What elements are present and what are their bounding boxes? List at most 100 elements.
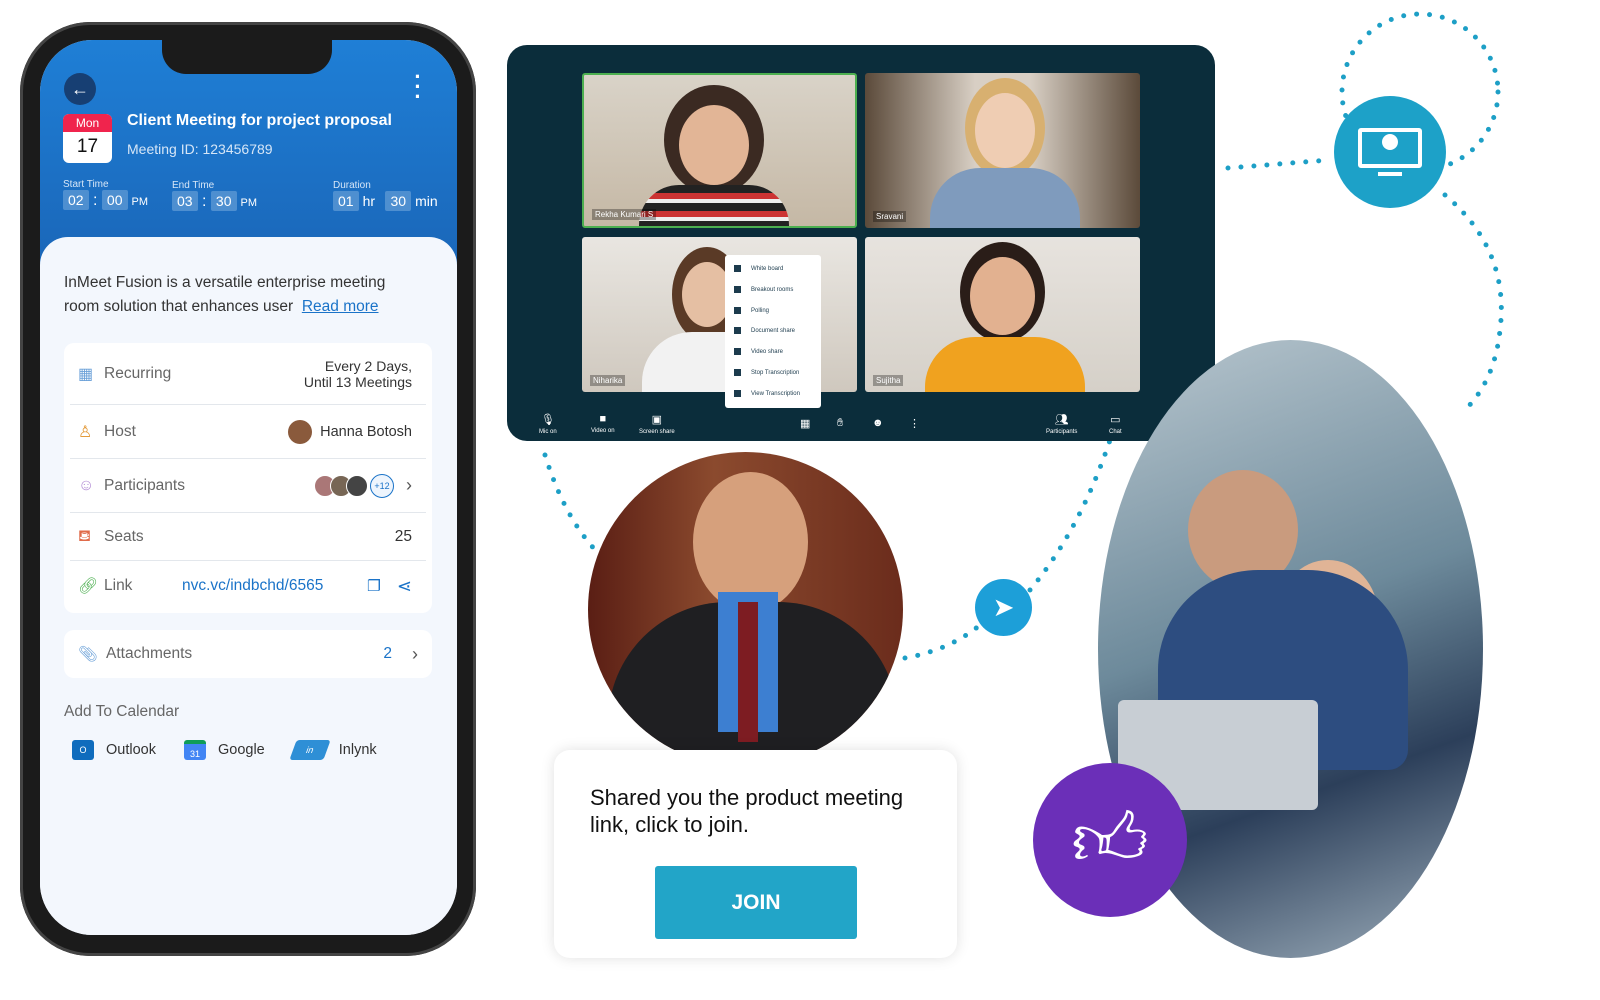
end-hour[interactable]: 03 xyxy=(172,191,198,211)
host-label: Host xyxy=(104,422,136,440)
participants-row[interactable]: ☺ Participants +12 › xyxy=(70,459,426,513)
menu-item-whiteboard[interactable]: White board xyxy=(725,259,821,280)
recurring-value: Every 2 Days, Until 13 Meetings xyxy=(304,358,412,390)
copy-icon[interactable]: ❐ xyxy=(367,577,381,596)
info-card: ▦ Recurring Every 2 Days, Until 13 Meetings… xyxy=(64,343,432,613)
more-vertical-icon: ⋮ xyxy=(909,418,920,430)
participants-button[interactable]: 👥︎ Participants xyxy=(1046,413,1077,435)
grid-icon: ▦ xyxy=(800,418,811,430)
man-photo xyxy=(588,452,903,767)
presentation-icon xyxy=(1334,96,1446,208)
outlook-label: Outlook xyxy=(106,741,156,758)
participant-name: Sujitha xyxy=(873,375,904,386)
share-message: Shared you the product meeting link, cli… xyxy=(590,785,904,837)
duration-minutes[interactable]: 30 xyxy=(385,191,412,211)
duration-hours[interactable]: 01 xyxy=(333,191,359,211)
google-calendar-icon: 31 xyxy=(183,740,206,760)
menu-item-stop-transcription[interactable]: Stop Transcription xyxy=(725,363,821,384)
chat-label: Chat xyxy=(1109,429,1122,435)
start-time: Start Time 02 : 00 PM xyxy=(63,179,148,210)
menu-item-breakout-rooms[interactable]: Breakout rooms xyxy=(725,280,821,301)
back-button[interactable]: ← xyxy=(64,73,96,105)
inlynk-option[interactable]: in Inlynk xyxy=(289,740,377,760)
attachments-row[interactable]: 📎︎ Attachments 2 › xyxy=(64,630,432,678)
reaction-button[interactable]: ☻ xyxy=(872,417,884,432)
link-row: 🔗︎ Link nvc.vc/indbchd/6565 ❐ ⋖ xyxy=(70,561,426,611)
attachments-label: Attachments xyxy=(106,645,193,662)
participants-extra-badge: +12 xyxy=(370,473,394,498)
more-menu: White board Breakout rooms Polling Docum… xyxy=(725,255,821,408)
meeting-details: InMeet Fusion is a versatile enterprise … xyxy=(40,237,457,935)
recurring-value-1: Every 2 Days, xyxy=(324,357,412,374)
share-icon[interactable]: ⋖ xyxy=(397,576,412,597)
mic-label: Mic on xyxy=(539,429,557,435)
chat-icon: ▭ xyxy=(1110,414,1121,426)
recurring-label: Recurring xyxy=(104,364,172,382)
outlook-icon: O xyxy=(72,740,94,760)
read-more-link[interactable]: Read more xyxy=(302,298,379,315)
outlook-option[interactable]: O Outlook xyxy=(72,740,156,760)
seats-label: Seats xyxy=(104,527,144,545)
menu-label: Document share xyxy=(751,328,796,335)
menu-label: White board xyxy=(751,266,784,272)
layout-button[interactable]: ▦ xyxy=(800,417,810,433)
more-options-icon[interactable]: · · · xyxy=(412,66,424,108)
hr-unit: hr xyxy=(362,193,376,209)
duration: Duration 01 hr 30 min xyxy=(333,180,438,211)
send-icon: ➤ xyxy=(975,579,1032,636)
google-option[interactable]: 31 Google xyxy=(183,740,265,760)
host-icon: ♙ xyxy=(78,423,93,441)
menu-item-video-share[interactable]: Video share xyxy=(725,342,821,363)
participants-label: Participants xyxy=(104,476,185,494)
paperclip-icon: 📎︎ xyxy=(78,645,98,663)
phone-notch xyxy=(162,40,332,74)
link-label: Link xyxy=(104,577,133,594)
host-avatar xyxy=(288,419,313,444)
chat-button[interactable]: ▭ Chat xyxy=(1109,413,1122,435)
meeting-link[interactable]: nvc.vc/indbchd/6565 xyxy=(182,577,367,595)
raise-hand-button[interactable]: ✋︎ xyxy=(837,417,843,433)
host-name: Hanna Botosh xyxy=(320,423,412,440)
join-button[interactable]: JOIN xyxy=(655,866,857,939)
min-unit: min xyxy=(415,193,438,209)
start-minute[interactable]: 00 xyxy=(101,190,128,210)
inlynk-label: Inlynk xyxy=(338,741,377,758)
menu-item-document-share[interactable]: Document share xyxy=(725,321,821,342)
more-button[interactable]: ⋮ xyxy=(909,417,920,433)
menu-label: Video share xyxy=(751,349,783,356)
video-tile[interactable]: Sravani xyxy=(865,73,1140,228)
end-minute[interactable]: 30 xyxy=(210,191,237,211)
mic-button[interactable]: 🎙︎ Mic on xyxy=(539,413,557,435)
join-card: Shared you the product meeting link, cli… xyxy=(554,750,957,958)
menu-item-polling[interactable]: Polling xyxy=(725,301,821,322)
duration-label: Duration xyxy=(333,180,371,191)
link-icon: 🔗︎ xyxy=(78,578,99,595)
participant-name: Sravani xyxy=(873,211,907,222)
calendar-options: O Outlook 31 Google in Inlynk xyxy=(72,740,377,760)
menu-item-view-transcription[interactable]: View Transcription xyxy=(725,384,821,405)
date-num: 17 xyxy=(76,136,99,157)
video-conference-window: Rekha Kumari S Sravani Niharika Sujitha … xyxy=(507,45,1215,441)
date-day: Mon xyxy=(63,114,112,132)
video-tile[interactable]: Rekha Kumari S xyxy=(582,73,857,228)
inlynk-icon: in xyxy=(289,740,331,760)
seat-icon: ⛾ xyxy=(78,527,92,545)
participant-avatars xyxy=(314,474,368,497)
start-ampm[interactable]: PM xyxy=(132,196,149,208)
participants-label: Participants xyxy=(1046,429,1078,435)
host-row: ♙ Host Hanna Botosh xyxy=(70,405,426,459)
end-time-label: End Time xyxy=(172,180,215,191)
recurring-value-2: Until 13 Meetings xyxy=(303,373,412,390)
screen-share-button[interactable]: ▣ Screen share xyxy=(639,413,675,435)
seats-value: 25 xyxy=(394,527,412,545)
google-label: Google xyxy=(217,741,265,758)
thumbs-up-icon: 👍︎ xyxy=(1033,763,1187,917)
start-hour[interactable]: 02 xyxy=(63,190,89,210)
calendar-icon: ▦ xyxy=(78,365,94,383)
hand-icon: ✋︎ xyxy=(837,417,844,429)
add-to-calendar-label: Add To Calendar xyxy=(64,703,180,720)
video-tile[interactable]: Sujitha xyxy=(865,237,1140,392)
chevron-right-icon[interactable]: › xyxy=(406,475,412,496)
end-ampm[interactable]: PM xyxy=(241,197,258,209)
video-button[interactable]: ■ Video on xyxy=(591,413,615,434)
